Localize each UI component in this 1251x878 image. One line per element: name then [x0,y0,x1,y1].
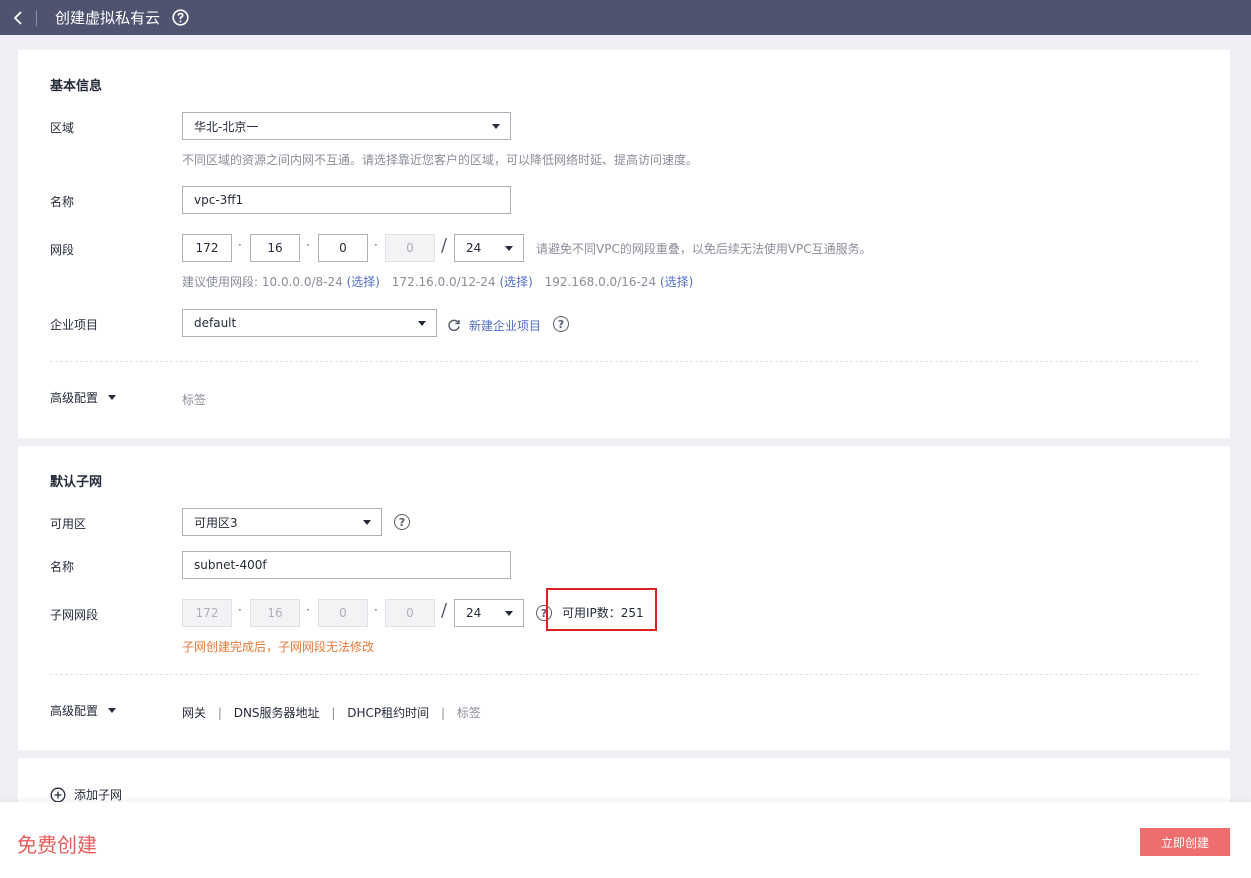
project-select[interactable]: default [182,309,437,337]
refresh-icon[interactable] [447,318,461,332]
dot-separator: · [374,603,378,617]
project-value: default [194,316,237,330]
pipe-separator: | [331,706,336,720]
cidr-octet-4: 0 [385,234,435,262]
dns-label: DNS服务器地址 [233,706,320,720]
caret-down-icon [505,611,513,616]
subnet-octet-3[interactable]: 0 [318,599,368,627]
subnet-octet-1: 172 [182,599,232,627]
pipe-separator: | [217,706,222,720]
caret-down-icon [492,124,500,129]
divider [36,9,37,26]
az-label: 可用区 [50,517,87,531]
help-icon[interactable] [172,9,189,26]
subnet-octet-4[interactable]: 0 [385,599,435,627]
add-subnet-label: 添加子网 [74,788,123,802]
page-title: 创建虚拟私有云 [55,9,161,27]
region-label: 区域 [50,121,75,135]
subnet-cidr-label: 子网网段 [50,608,99,622]
slash-separator: / [441,235,448,256]
default-subnet-card: 默认子网 可用区 可用区3 ? 名称 subnet-400f 子网网段 172 … [18,446,1230,750]
basic-info-card: 基本信息 区域 华北-北京一 不同区域的资源之间内网不互通。请选择靠近您客户的区… [18,50,1230,438]
advanced-label: 高级配置 [50,391,99,405]
subnet-name-input[interactable]: subnet-400f [182,551,511,579]
region-value: 华北-北京一 [194,119,259,134]
chevron-left-icon [13,10,22,25]
subnet-advanced-label: 高级配置 [50,704,99,718]
create-now-button[interactable]: 立即创建 [1140,828,1230,856]
divider [50,361,1198,362]
subnet-name-label: 名称 [50,560,75,574]
dhcp-label: DHCP租约时间 [347,706,430,720]
advanced-toggle[interactable]: 高级配置 [50,389,117,406]
choose-link-3[interactable]: (选择) [660,275,693,289]
caret-down-icon [363,520,371,525]
subnet-advanced-items: 网关 | DNS服务器地址 | DHCP租约时间 | 标签 [182,704,481,721]
suggest-1: 172.16.0.0/12-24 [391,275,496,289]
subnet-name-value: subnet-400f [194,558,267,572]
cidr-mask-value: 24 [466,241,482,255]
free-create-label: 免费创建 [17,833,97,857]
cidr-hint: 请避免不同VPC的网段重叠，以免后续无法使用VPC互通服务。 [536,242,872,256]
suggest-2: 192.168.0.0/16-24 [544,275,657,289]
subnet-advanced-toggle[interactable]: 高级配置 [50,702,117,719]
pipe-separator: | [440,706,446,720]
project-label: 企业项目 [50,318,99,332]
help-icon[interactable]: ? [394,514,410,530]
new-project-link[interactable]: 新建企业项目 [469,317,541,334]
dot-separator: · [306,603,310,617]
cidr-octet-2[interactable]: 16 [250,234,300,262]
add-subnet-button[interactable]: 添加子网 [50,786,122,803]
top-bar: 创建虚拟私有云 [0,0,1251,35]
back-button[interactable] [0,0,36,35]
choose-link-1[interactable]: (选择) [347,275,380,289]
subnet-tag-label: 标签 [456,706,481,720]
name-label: 名称 [50,195,75,209]
subnet-mask-value: 24 [466,606,482,620]
footer-bar: 免费创建 立即创建 [0,802,1251,878]
cidr-mask-select[interactable]: 24 [454,234,524,262]
subnet-warning: 子网创建完成后，子网网段无法修改 [182,640,375,654]
section-title-subnet: 默认子网 [50,475,103,490]
region-select[interactable]: 华北-北京一 [182,112,511,140]
vpc-name-value: vpc-3ff1 [194,193,244,207]
az-select[interactable]: 可用区3 [182,508,382,536]
caret-down-icon [505,246,513,251]
divider [50,674,1198,675]
region-hint: 不同区域的资源之间内网不互通。请选择靠近您客户的区域，可以降低网络时延、提高访问… [182,153,699,167]
cidr-octet-1[interactable]: 172 [182,234,232,262]
slash-separator: / [441,600,448,621]
vpc-name-input[interactable]: vpc-3ff1 [182,186,511,214]
cidr-octet-3[interactable]: 0 [318,234,368,262]
suggest-prefix: 建议使用网段: 10.0.0.0/8-24 [182,275,343,289]
subnet-octet-2: 16 [250,599,300,627]
dot-separator: · [306,238,310,252]
triangle-down-icon [108,708,117,713]
az-value: 可用区3 [194,515,238,530]
available-ip-count: 可用IP数：251 [562,606,644,620]
dot-separator: · [238,603,242,617]
triangle-down-icon [108,395,117,400]
caret-down-icon [418,321,426,326]
cidr-label: 网段 [50,243,75,257]
choose-link-2[interactable]: (选择) [499,275,532,289]
cidr-suggestions: 建议使用网段: 10.0.0.0/8-24 (选择) 172.16.0.0/12… [182,273,693,290]
dot-separator: · [374,238,378,252]
plus-circle-icon [50,787,66,802]
gateway-label: 网关 [182,706,207,720]
advanced-tag-label: 标签 [182,393,207,407]
help-icon[interactable]: ? [553,316,569,332]
section-title-basic: 基本信息 [50,79,103,94]
subnet-mask-select[interactable]: 24 [454,599,524,627]
dot-separator: · [238,238,242,252]
